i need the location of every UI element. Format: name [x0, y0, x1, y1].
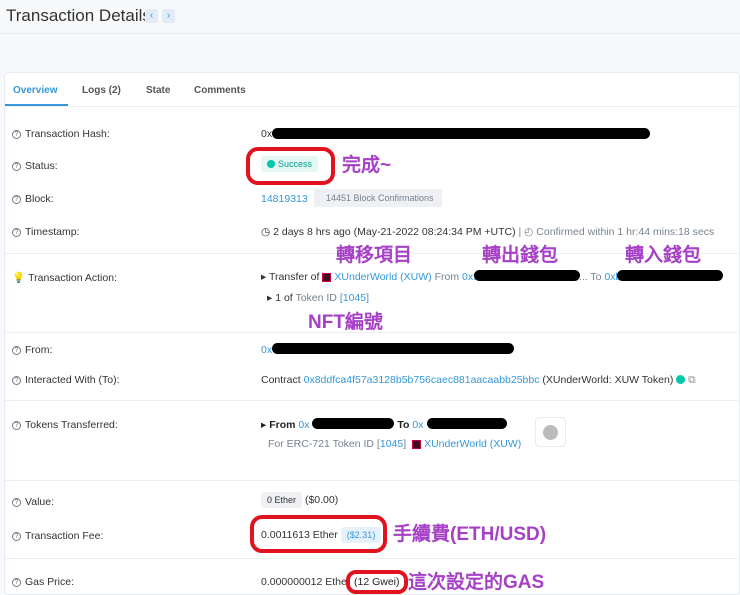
timestamp-label: ? Timestamp:	[12, 226, 79, 238]
clock-icon: ◷	[261, 226, 274, 238]
tab-logs[interactable]: Logs (2)	[82, 85, 121, 96]
from-label: ? From:	[12, 344, 52, 356]
gas-gwei: (12 Gwei)	[346, 570, 408, 594]
redaction-mark	[272, 128, 650, 139]
annotation-out: 轉出錢包	[482, 245, 559, 266]
annotation-ring	[250, 515, 387, 553]
contract-value: Contract 0x8ddfca4f57a3128b5b756caec881a…	[261, 374, 696, 386]
tab-state[interactable]: State	[146, 85, 170, 96]
block-number-link[interactable]: 14819313	[261, 193, 308, 205]
gas-price-label: ? Gas Price:	[12, 576, 74, 588]
transaction-fee-label: ? Transaction Fee:	[12, 530, 103, 542]
copy-icon[interactable]: ⧉	[688, 374, 696, 386]
token-link[interactable]: XUnderWorld (XUW)	[334, 271, 431, 283]
annotation-fee: 手續費(ETH/USD)	[393, 524, 547, 545]
value-amount: 0 Ether ($0.00)	[261, 492, 338, 508]
interacted-with-label: ? Interacted With (To):	[12, 374, 120, 386]
token-id-detail: For ERC-721 Token ID [1045] XUnderWorld …	[268, 438, 522, 450]
timer-icon: ◴	[524, 226, 537, 238]
ethereum-icon	[543, 425, 558, 440]
value-label: ? Value:	[12, 496, 54, 508]
redaction-mark	[617, 270, 723, 281]
prev-transaction-button[interactable]: ‹	[145, 9, 158, 23]
annotation-nft: NFT編號	[308, 312, 383, 333]
page-title: Transaction Details	[6, 6, 151, 25]
redaction-mark	[427, 418, 507, 429]
token-logo-icon	[322, 272, 332, 282]
contract-address-link[interactable]: 0x8ddfca4f57a3128b5b756caec881aacaabb25b…	[304, 374, 540, 386]
redaction-mark	[474, 270, 580, 281]
nft-thumbnail[interactable]	[535, 417, 566, 447]
header-divider	[0, 33, 740, 34]
timestamp-value: ◷ 2 days 8 hrs ago (May-21-2022 08:24:34…	[261, 226, 715, 238]
token-logo-icon	[412, 439, 422, 449]
status-label: ? Status:	[12, 160, 58, 172]
annotation-in: 轉入錢包	[625, 245, 702, 266]
annotation-status: 完成~	[342, 155, 392, 176]
next-transaction-button[interactable]: ›	[162, 9, 175, 23]
annotation-ring	[246, 147, 335, 185]
redaction-mark	[272, 343, 514, 354]
annotation-item: 轉移項目	[336, 245, 413, 266]
transaction-hash-label: ? Transaction Hash:	[12, 128, 110, 140]
transaction-hash-value: 0x	[261, 128, 273, 140]
token-id-line: ▸ 1 of Token ID [1045]	[267, 292, 370, 304]
verified-icon	[676, 375, 686, 384]
tab-overview[interactable]: Overview	[13, 85, 57, 96]
block-confirmations-badge: 14451 Block Confirmations	[314, 189, 442, 207]
from-address-link[interactable]: 0x	[261, 344, 272, 356]
transaction-action-label: 💡 Transaction Action:	[12, 272, 117, 284]
tokens-transferred-label: ? Tokens Transferred:	[12, 419, 118, 431]
tab-comments[interactable]: Comments	[194, 85, 246, 96]
help-icon: ?	[12, 129, 21, 139]
annotation-gas: 這次設定的GAS	[408, 572, 545, 593]
lightbulb-icon: 💡	[12, 272, 26, 284]
gas-price-value: 0.000000012 Ether	[261, 576, 351, 588]
block-label: ? Block:	[12, 193, 54, 205]
redaction-mark	[312, 418, 394, 429]
